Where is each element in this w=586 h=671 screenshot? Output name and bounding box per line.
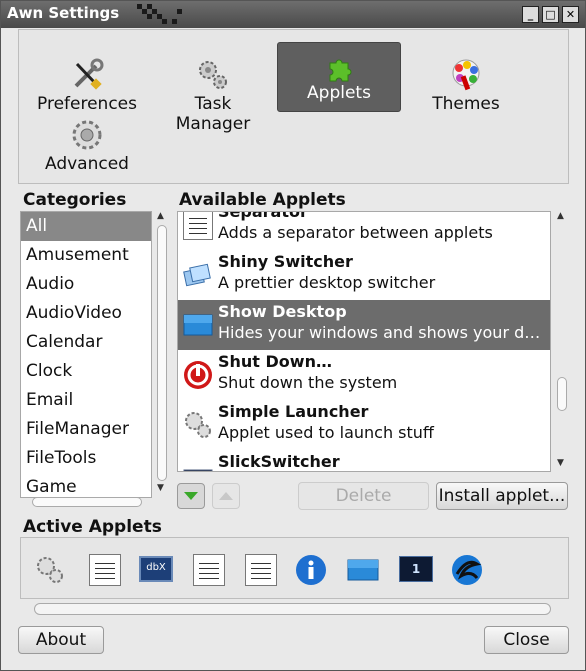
scroll-up-icon[interactable]: ▲ xyxy=(157,211,164,221)
tab-preferences-label: Preferences xyxy=(37,94,137,114)
list-item[interactable]: Audio xyxy=(21,270,151,299)
delete-button[interactable]: Delete xyxy=(298,482,429,510)
switcher-icon xyxy=(183,263,211,287)
list-item[interactable]: FileTools xyxy=(21,444,151,473)
title-bar[interactable]: Awn Settings _ □ ✕ xyxy=(1,1,585,28)
applet-row[interactable]: Simple Launcher Applet used to launch st… xyxy=(178,400,550,450)
title-decoration xyxy=(127,4,187,26)
launcher-gear-icon[interactable] xyxy=(34,554,66,586)
awn-settings-window: Awn Settings _ □ ✕ Preferences Task Mana… xyxy=(0,0,586,671)
close-window-button[interactable]: ✕ xyxy=(562,6,579,23)
list-item[interactable]: Calendar xyxy=(21,328,151,357)
applets-scrollbar[interactable]: ▲ ▼ xyxy=(554,211,570,472)
applet-description: Adds a separator between applets xyxy=(218,223,493,242)
applet-description: Shut down the system xyxy=(218,373,398,392)
category-toolbar: Preferences Task Manager Applets Themes … xyxy=(18,29,569,184)
applet-row[interactable]: Separator Adds a separator between apple… xyxy=(178,211,550,250)
move-up-button[interactable] xyxy=(212,483,240,509)
scroll-thumb[interactable] xyxy=(157,225,167,481)
list-item[interactable]: All xyxy=(21,212,151,241)
categories-hscrollbar[interactable] xyxy=(20,496,150,508)
applet-row[interactable]: Shiny Switcher A prettier desktop switch… xyxy=(178,250,550,300)
applet-description: Hides your windows and shows your de… xyxy=(218,323,548,342)
active-applets-heading: Active Applets xyxy=(23,517,162,537)
workspace-icon[interactable]: 1 xyxy=(399,556,433,582)
install-applet-button[interactable]: Install applet... xyxy=(436,482,568,510)
tab-preferences[interactable]: Preferences xyxy=(32,42,142,114)
info-icon[interactable] xyxy=(295,554,327,586)
list-item[interactable]: Email xyxy=(21,386,151,415)
tools-icon xyxy=(74,58,104,90)
separator-icon[interactable] xyxy=(89,554,121,586)
minimize-button[interactable]: _ xyxy=(522,6,539,23)
list-item[interactable]: Clock xyxy=(21,357,151,386)
applet-name: Show Desktop xyxy=(218,302,347,321)
gears-icon xyxy=(199,61,227,89)
applet-name: Simple Launcher xyxy=(218,402,369,421)
tab-applets-label: Applets xyxy=(307,83,371,103)
launcher-gear-icon xyxy=(185,412,211,438)
applet-row-selected[interactable]: Show Desktop Hides your windows and show… xyxy=(178,300,550,350)
close-button[interactable]: Close xyxy=(484,626,569,654)
tab-task-manager[interactable]: Task Manager xyxy=(155,42,271,134)
available-applets-heading: Available Applets xyxy=(179,190,346,210)
arrow-up-icon xyxy=(219,492,233,500)
tab-advanced-label: Advanced xyxy=(45,154,129,174)
scroll-up-icon[interactable]: ▲ xyxy=(557,211,564,221)
tab-applets[interactable]: Applets xyxy=(277,42,401,112)
arrow-down-icon xyxy=(184,492,198,500)
list-item[interactable]: AudioVideo xyxy=(21,299,151,328)
swirl-icon[interactable] xyxy=(451,554,483,586)
palette-icon xyxy=(452,59,480,91)
applet-name: Shut Down… xyxy=(218,352,332,371)
separator-icon[interactable] xyxy=(193,554,225,586)
desktop-icon xyxy=(183,314,213,336)
separator-icon[interactable] xyxy=(245,554,277,586)
tab-advanced[interactable]: Advanced xyxy=(32,114,142,180)
scroll-thumb[interactable] xyxy=(32,497,142,507)
tab-themes[interactable]: Themes xyxy=(413,42,519,114)
applet-name: SlickSwitcher xyxy=(218,452,340,471)
applet-name: Shiny Switcher xyxy=(218,252,353,271)
separator-icon xyxy=(183,212,213,240)
maximize-button[interactable]: □ xyxy=(542,6,559,23)
list-item[interactable]: FileManager xyxy=(21,415,151,444)
applet-description: Applet used to launch stuff xyxy=(218,423,434,442)
dbx-icon[interactable]: dbX xyxy=(139,556,173,582)
move-down-button[interactable] xyxy=(177,483,205,509)
power-icon xyxy=(184,361,212,389)
applet-name: Separator xyxy=(218,211,308,221)
active-applets-hscrollbar[interactable] xyxy=(34,603,551,615)
applet-row[interactable]: Shut Down… Shut down the system xyxy=(178,350,550,400)
categories-list[interactable]: All Amusement Audio AudioVideo Calendar … xyxy=(20,211,152,498)
about-button[interactable]: About xyxy=(18,626,104,654)
puzzle-icon xyxy=(329,59,352,82)
applets-list[interactable]: Separator Adds a separator between apple… xyxy=(177,211,551,472)
categories-heading: Categories xyxy=(23,190,127,210)
list-item[interactable]: Game xyxy=(21,473,151,497)
applet-row[interactable]: SlickSwitcher xyxy=(178,450,550,471)
scroll-thumb[interactable] xyxy=(557,377,567,411)
gear-icon xyxy=(72,120,102,150)
scroll-down-icon[interactable]: ▼ xyxy=(557,458,564,468)
tab-task-manager-label: Task Manager xyxy=(175,94,251,134)
window-title: Awn Settings xyxy=(7,4,120,22)
applet-description: A prettier desktop switcher xyxy=(218,273,436,292)
scroll-down-icon[interactable]: ▼ xyxy=(157,483,164,493)
tab-themes-label: Themes xyxy=(432,94,500,114)
desktop-icon[interactable] xyxy=(347,554,379,586)
list-item[interactable]: Amusement xyxy=(21,241,151,270)
active-applets-bar[interactable]: dbX 1 xyxy=(20,537,569,599)
slickswitcher-icon xyxy=(183,469,213,471)
categories-scrollbar[interactable]: ▲ ▼ xyxy=(154,211,170,498)
